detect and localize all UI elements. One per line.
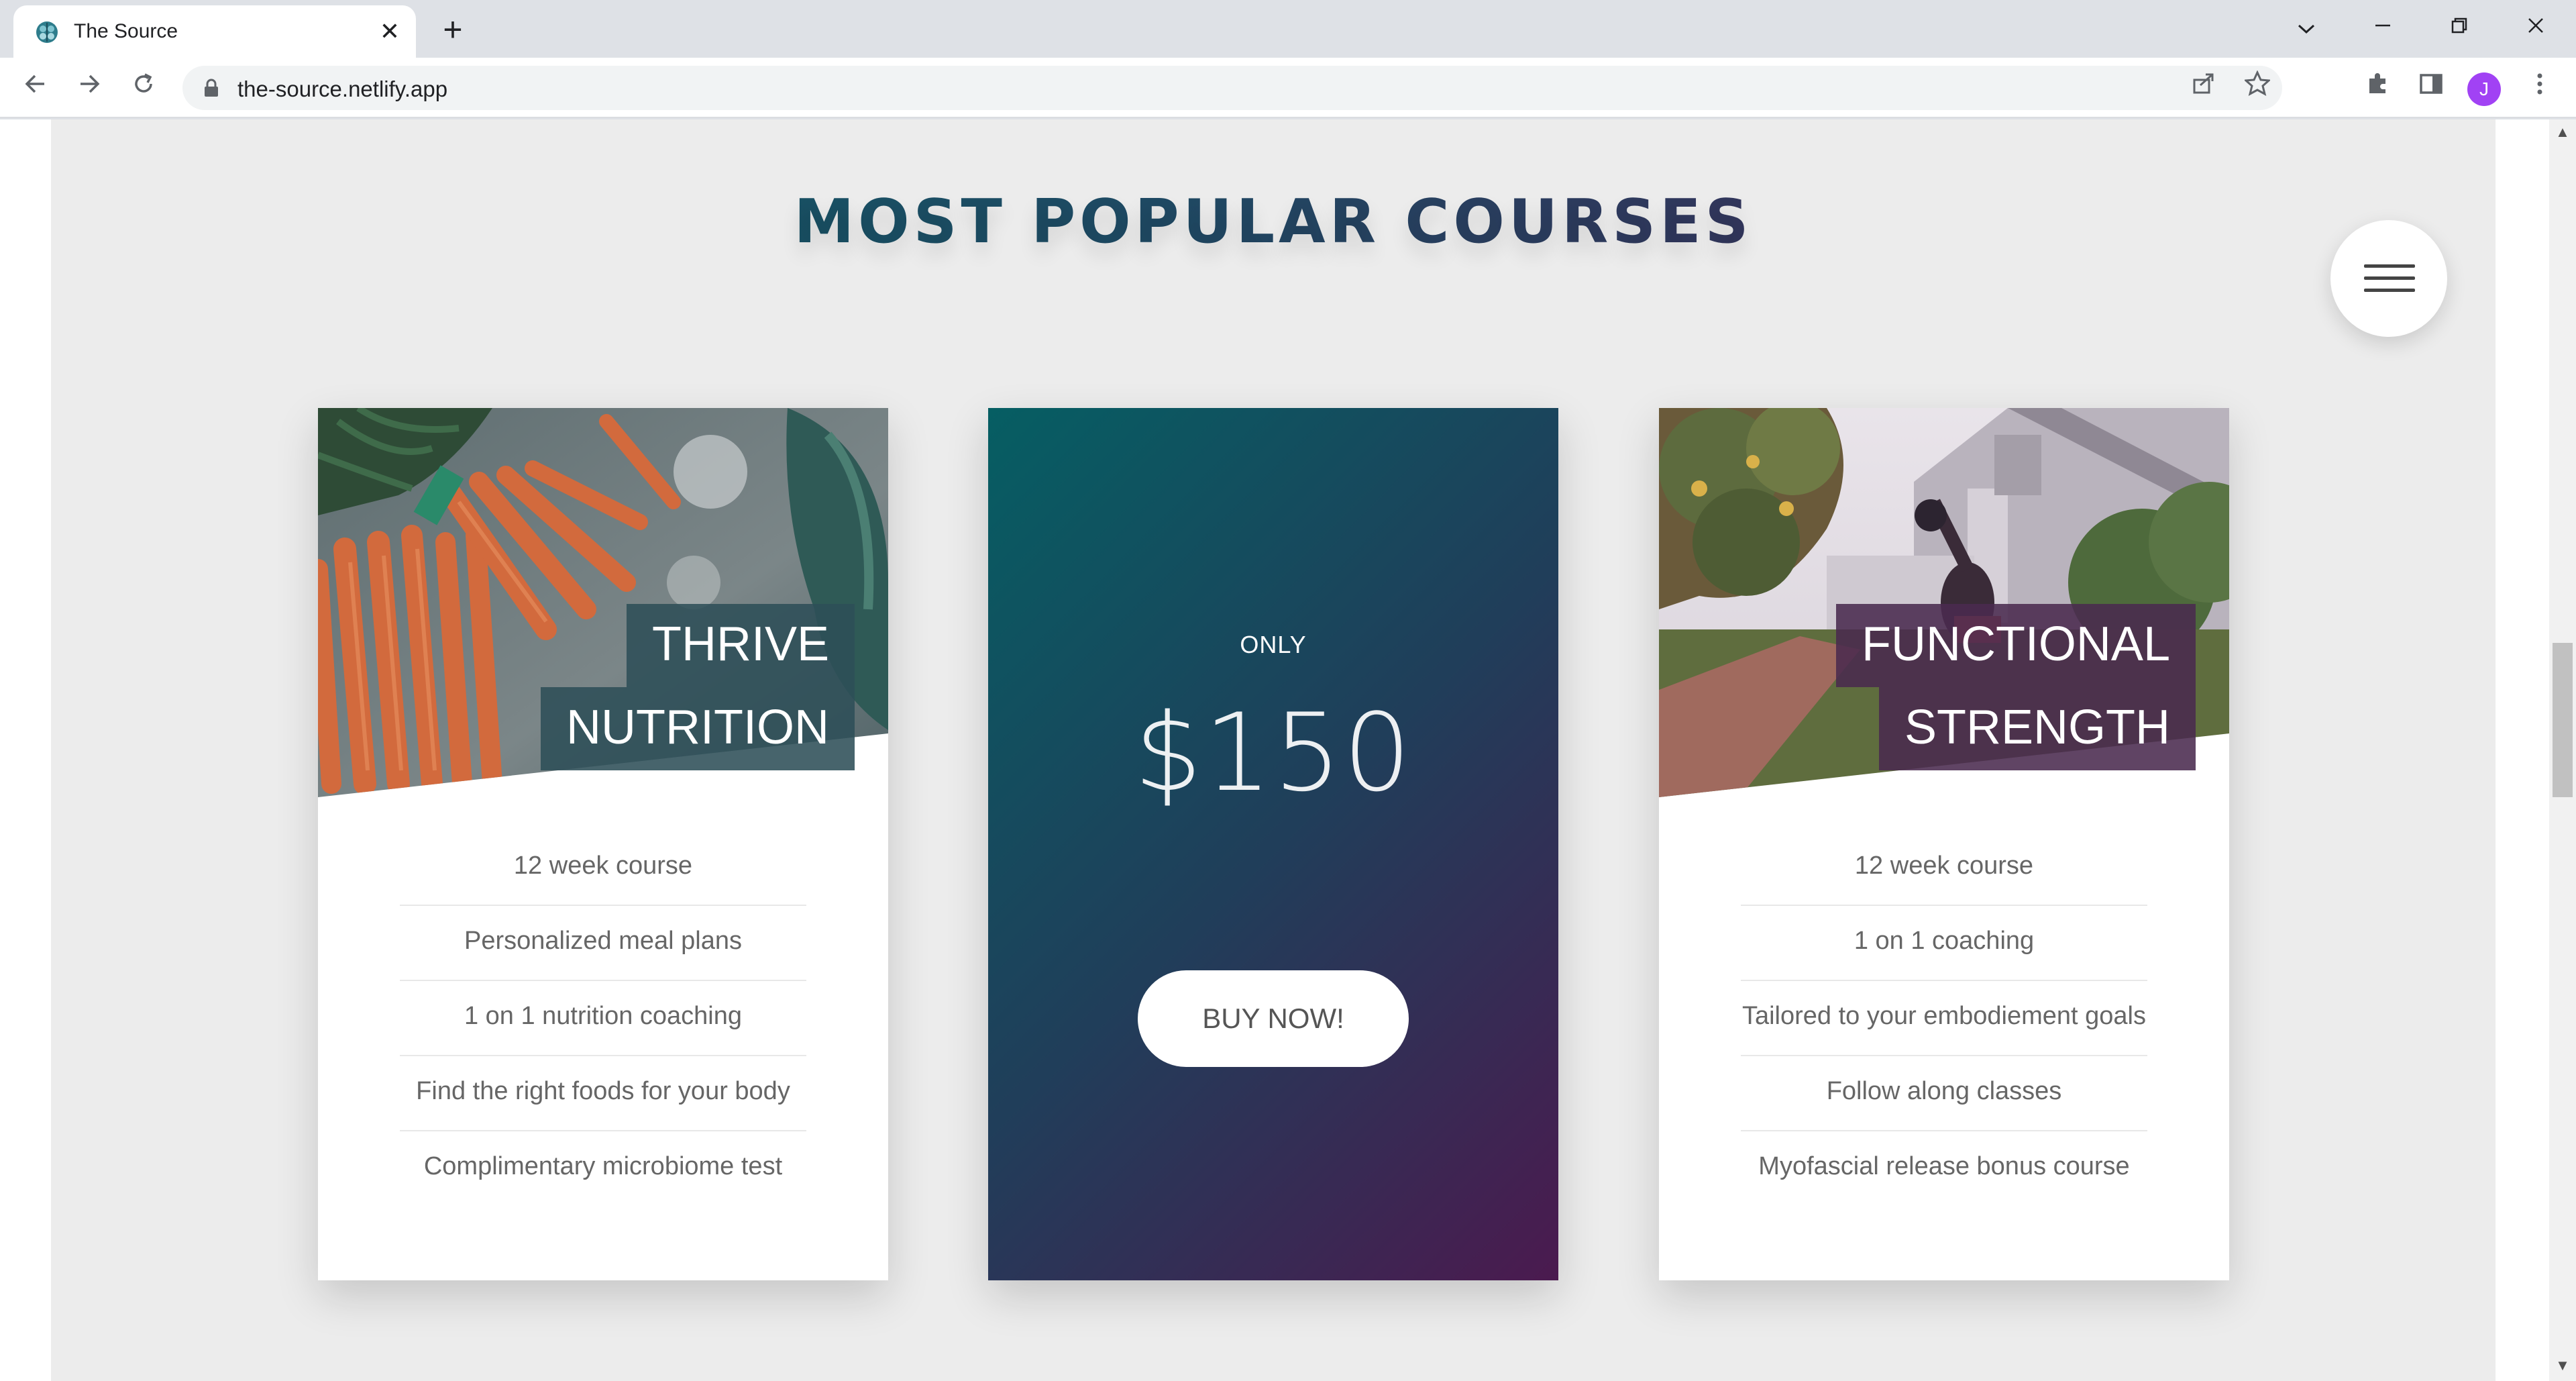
feature-item: Follow along classes — [1741, 1056, 2147, 1131]
feature-item: Find the right foods for your body — [400, 1056, 806, 1131]
url-text: the-source.netlify.app — [237, 76, 448, 101]
tab-close-icon[interactable]: ✕ — [374, 16, 405, 47]
scrollbar-thumb[interactable] — [2553, 643, 2573, 797]
feature-item: 1 on 1 coaching — [1741, 906, 2147, 981]
tab-search-icon[interactable] — [2286, 8, 2326, 48]
course-title-line2: NUTRITION — [541, 687, 855, 770]
feature-item: 12 week course — [1741, 831, 2147, 906]
feature-item: Myofascial release bonus course — [1758, 1152, 2130, 1180]
browser-tab[interactable]: The Source ✕ — [13, 5, 416, 58]
hamburger-icon-line-bottom — [2364, 289, 2415, 292]
kebab-menu-icon[interactable] — [2520, 68, 2560, 109]
profile-avatar[interactable]: J — [2467, 72, 2501, 106]
hamburger-icon-line-middle — [2364, 276, 2415, 280]
minimize-icon[interactable] — [2363, 8, 2403, 48]
feature-item: 1 on 1 nutrition coaching — [400, 981, 806, 1056]
forward-icon[interactable] — [70, 68, 110, 109]
feature-item: 12 week course — [400, 831, 806, 906]
page-scrollbar[interactable]: ▲ ▼ — [2549, 119, 2576, 1381]
feature-list: 12 week course 1 on 1 coaching Tailored … — [1741, 831, 2147, 1205]
course-title-line1: THRIVE — [626, 604, 855, 687]
course-title-badge: THRIVE NUTRITION — [541, 604, 855, 770]
price-amount: $150 — [1134, 690, 1413, 815]
courses-section: MOST POPULAR COURSES THRIVE NUTRITION 12… — [51, 119, 2496, 1381]
reload-icon[interactable] — [123, 68, 164, 109]
menu-button[interactable] — [2330, 220, 2447, 337]
hamburger-icon-line-top — [2364, 264, 2415, 268]
course-card-nutrition[interactable]: THRIVE NUTRITION 12 week course Personal… — [318, 408, 888, 1280]
course-card-strength[interactable]: FUNCTIONAL STRENGTH 12 week course 1 on … — [1659, 408, 2229, 1280]
back-icon[interactable] — [15, 68, 55, 109]
course-title-badge: FUNCTIONAL STRENGTH — [1835, 604, 2196, 770]
price-label: ONLY — [1240, 631, 1307, 658]
new-tab-button[interactable]: + — [435, 12, 471, 48]
side-panel-icon[interactable] — [2411, 68, 2451, 109]
course-title-line1: FUNCTIONAL — [1835, 604, 2196, 687]
brain-favicon-icon — [36, 21, 58, 43]
page-viewport: MOST POPULAR COURSES THRIVE NUTRITION 12… — [0, 119, 2549, 1381]
bookmark-star-icon[interactable] — [2239, 70, 2275, 106]
buy-now-button[interactable]: BUY NOW! — [1138, 970, 1409, 1067]
browser-tab-strip: The Source ✕ + — [0, 0, 2576, 58]
feature-item: Tailored to your embodiement goals — [1741, 981, 2147, 1056]
browser-toolbar: the-source.netlify.app J — [0, 58, 2576, 118]
lock-icon[interactable] — [203, 78, 220, 98]
price-card: ONLY $150 BUY NOW! — [988, 408, 1558, 1280]
scroll-down-arrow-icon[interactable]: ▼ — [2549, 1357, 2576, 1377]
feature-item: Complimentary microbiome test — [423, 1152, 783, 1180]
section-title: MOST POPULAR COURSES — [51, 187, 2496, 257]
share-icon[interactable] — [2186, 70, 2222, 106]
address-bar[interactable]: the-source.netlify.app — [182, 66, 2282, 110]
extensions-puzzle-icon[interactable] — [2357, 68, 2398, 109]
feature-item: Personalized meal plans — [400, 906, 806, 981]
tab-title: The Source — [74, 20, 178, 42]
restore-icon[interactable] — [2439, 8, 2479, 48]
close-window-icon[interactable] — [2516, 8, 2556, 48]
scroll-up-arrow-icon[interactable]: ▲ — [2549, 123, 2576, 144]
course-title-line2: STRENGTH — [1879, 687, 2196, 770]
feature-list: 12 week course Personalized meal plans 1… — [400, 831, 806, 1205]
